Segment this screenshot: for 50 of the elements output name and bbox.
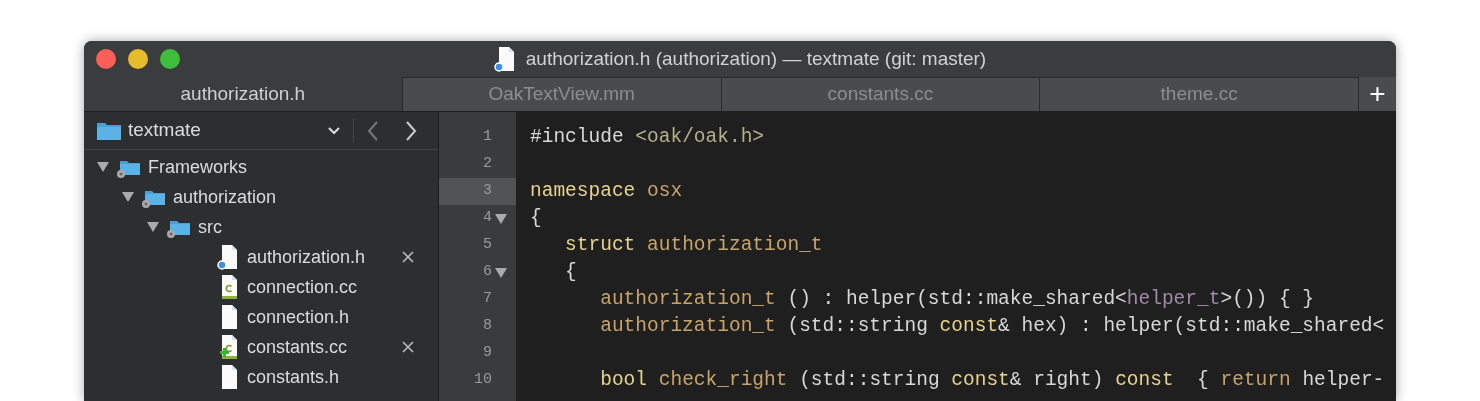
- forward-icon[interactable]: [404, 119, 418, 142]
- item-label: authorization: [173, 185, 277, 209]
- fold-triangle-icon[interactable]: [495, 267, 507, 278]
- item-label: constants.cc: [247, 335, 348, 359]
- line-number: 9: [483, 343, 492, 364]
- item-label: Frameworks: [148, 155, 247, 179]
- tree-item[interactable]: authorization: [84, 182, 438, 212]
- tree-item[interactable]: src: [84, 212, 438, 242]
- expanded-triangle-icon[interactable]: [96, 161, 110, 173]
- tree-item[interactable]: constants.h: [84, 362, 438, 392]
- item-label: connection.cc: [247, 275, 358, 299]
- tree-item[interactable]: authorization.h: [84, 242, 438, 272]
- expanded-triangle-icon[interactable]: [121, 191, 135, 203]
- close-icon[interactable]: [402, 251, 414, 263]
- line-number: 6: [483, 262, 492, 283]
- line-number: 10: [474, 370, 492, 391]
- code-line: authorization_t (std::string const& hex) : helper(std::make_shared<: [599, 313, 1385, 339]
- back-icon[interactable]: [366, 119, 380, 142]
- close-window-button[interactable]: [96, 49, 116, 69]
- item-label: src: [198, 215, 222, 239]
- close-icon[interactable]: [402, 341, 414, 353]
- code-line: {: [530, 205, 542, 231]
- chevron-down-icon[interactable]: [327, 125, 341, 136]
- code-line: namespace osx: [530, 178, 683, 204]
- code-line: {: [564, 259, 577, 285]
- line-number: 8: [483, 316, 492, 337]
- code-line: authorization_t () : helper(std::make_shared<helper_t>()) { }: [599, 286, 1315, 312]
- new-tab-button[interactable]: +: [1358, 77, 1396, 111]
- code-line: #include <oak/oak.h>: [530, 124, 765, 150]
- line-number: 7: [483, 289, 492, 310]
- expanded-triangle-icon[interactable]: [146, 221, 160, 233]
- item-label: constants.h: [247, 365, 340, 389]
- code-line: bool check_right (std::string const& right) const { return helper-: [599, 367, 1385, 393]
- line-number: 2: [483, 154, 492, 175]
- line-number: 3: [483, 181, 492, 202]
- line-number: 5: [483, 235, 492, 256]
- zoom-window-button[interactable]: [160, 49, 180, 69]
- tree-item[interactable]: connection.h: [84, 302, 438, 332]
- item-label: connection.h: [247, 305, 350, 329]
- line-number: 1: [483, 127, 492, 148]
- item-label: authorization.h: [247, 245, 366, 269]
- tree-item[interactable]: connection.cc: [84, 272, 438, 302]
- fold-triangle-icon[interactable]: [495, 213, 507, 224]
- window-title: authorization.h (authorization) — textmate (git: master): [525, 46, 987, 71]
- project-name[interactable]: textmate: [128, 116, 201, 145]
- line-number: 4: [483, 208, 492, 229]
- tree-item[interactable]: Frameworks: [84, 152, 438, 182]
- code-line: struct authorization_t: [564, 232, 823, 258]
- minimize-window-button[interactable]: [128, 49, 148, 69]
- tree-item[interactable]: constants.cc: [84, 332, 438, 362]
